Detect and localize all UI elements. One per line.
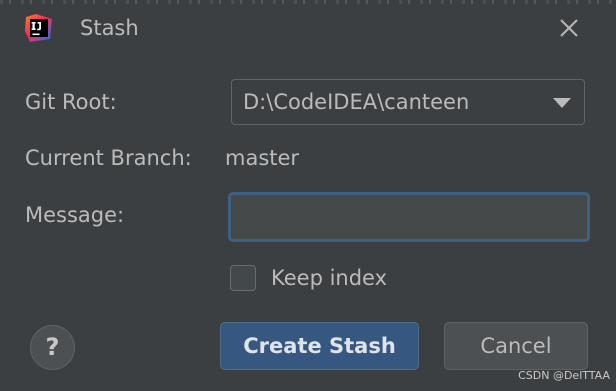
cancel-button[interactable]: Cancel [444, 322, 588, 370]
message-label: Message: [25, 203, 125, 227]
current-branch-label: Current Branch: [25, 146, 192, 170]
current-branch-value: master [225, 146, 300, 170]
message-input[interactable] [228, 192, 590, 242]
dialog-title: Stash [80, 16, 139, 40]
create-stash-button[interactable]: Create Stash [220, 322, 419, 370]
watermark: CSDN @DelTTAA [518, 369, 610, 382]
title-bar: Stash [0, 0, 616, 56]
help-button[interactable]: ? [30, 325, 75, 370]
chevron-down-icon [553, 98, 571, 108]
keep-index-checkbox[interactable] [230, 265, 256, 291]
git-root-label: Git Root: [25, 90, 117, 114]
keep-index-label: Keep index [271, 266, 388, 290]
git-root-dropdown[interactable]: D:\CodeIDEA\canteen [231, 79, 585, 125]
close-icon[interactable] [556, 15, 582, 41]
intellij-idea-icon [25, 14, 52, 42]
stash-dialog: Stash Git Root: D:\CodeIDEA\canteen Curr… [0, 0, 616, 391]
git-root-value: D:\CodeIDEA\canteen [243, 90, 470, 114]
